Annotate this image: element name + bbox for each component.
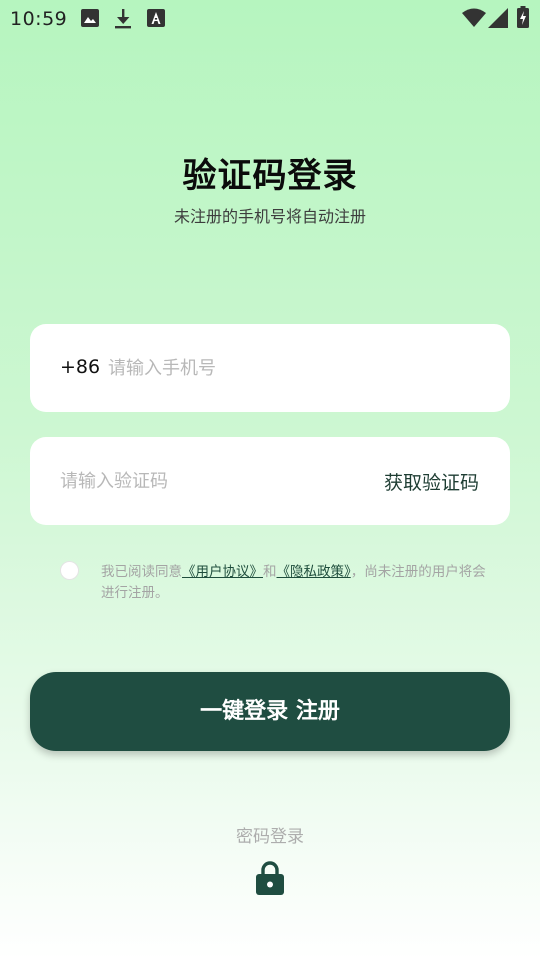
phone-field-card: +86 — [30, 324, 510, 412]
a-icon — [147, 9, 165, 27]
download-icon — [115, 9, 131, 29]
lock-icon[interactable] — [255, 860, 285, 896]
password-login-link[interactable]: 密码登录 — [0, 822, 540, 847]
privacy-policy-link[interactable]: 《隐私政策》 — [277, 564, 351, 580]
page-subtitle: 未注册的手机号将自动注册 — [173, 207, 366, 226]
code-field-card: 获取验证码 — [30, 437, 510, 525]
signal-icon — [488, 8, 508, 28]
agreement-checkbox[interactable] — [60, 561, 79, 580]
page-title: 验证码登录 — [182, 156, 358, 196]
agreement-text: 我已阅读同意《用户协议》和《隐私政策》，尚未注册的用户将会进行注册。 — [101, 562, 491, 604]
agreement-and: 和 — [263, 564, 277, 580]
user-agreement-link[interactable]: 《用户协议》 — [182, 564, 263, 580]
battery-charging-icon — [517, 6, 529, 28]
country-code[interactable]: +86 — [60, 356, 100, 378]
get-code-button[interactable]: 获取验证码 — [384, 468, 479, 495]
verification-code-input[interactable] — [60, 459, 360, 503]
wifi-icon — [462, 8, 486, 27]
image-icon — [81, 9, 99, 27]
agreement-prefix: 我已阅读同意 — [101, 564, 182, 580]
status-time: 10:59 — [10, 8, 68, 30]
status-bar: 10:59 — [0, 0, 540, 36]
login-register-button[interactable]: 一键登录 注册 — [30, 672, 510, 751]
phone-input[interactable] — [108, 346, 478, 390]
